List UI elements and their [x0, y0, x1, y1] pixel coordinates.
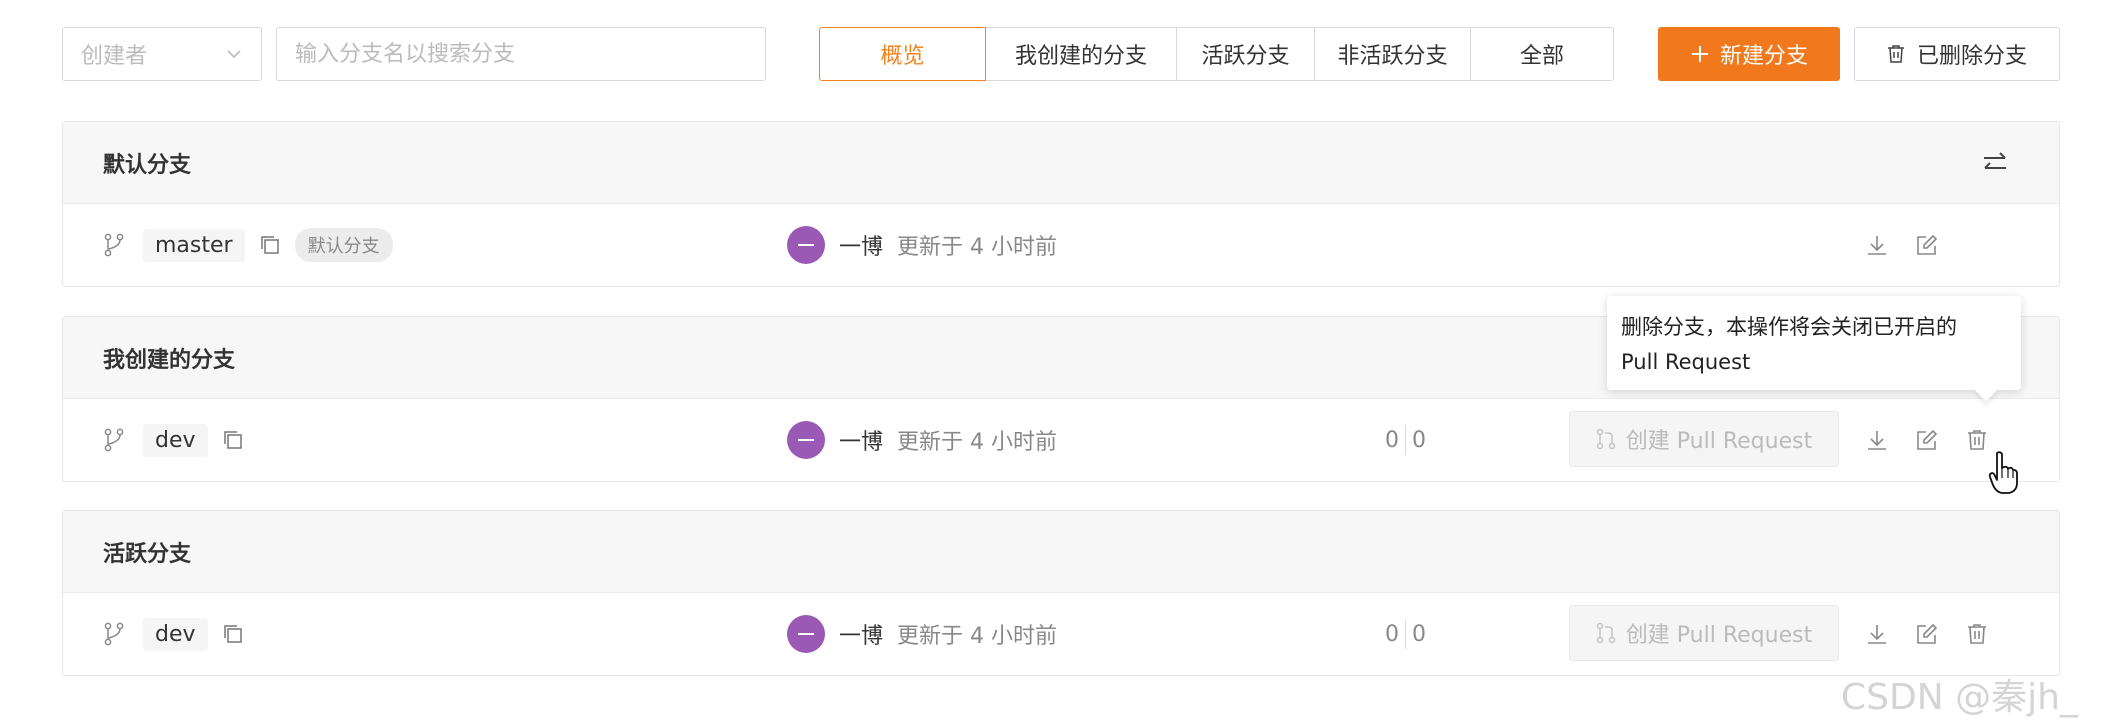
- pull-request-icon: [1596, 428, 1616, 450]
- branch-name[interactable]: master: [143, 228, 245, 262]
- copy-icon[interactable]: [259, 234, 281, 256]
- author-name: 一博: [839, 624, 884, 649]
- branch-icon: [104, 428, 124, 452]
- behind-count: 0: [1412, 427, 1426, 453]
- edit-icon[interactable]: [1915, 622, 1939, 646]
- ahead-count: 0: [1385, 427, 1399, 453]
- behind-count: 0: [1412, 621, 1426, 647]
- copy-icon[interactable]: [222, 623, 244, 645]
- deleted-branches-button[interactable]: 已删除分支: [1854, 27, 2060, 81]
- edit-icon[interactable]: [1915, 428, 1939, 452]
- default-branch-section: 默认分支 master 默认分支 一博 更新于 4 小时前: [62, 121, 2060, 287]
- avatar: [787, 226, 825, 264]
- avatar: [787, 615, 825, 653]
- updated-time: 更新于 4 小时前: [897, 624, 1057, 649]
- create-pull-request-button[interactable]: 创建 Pull Request: [1569, 605, 1839, 661]
- section-title: 默认分支: [103, 152, 192, 178]
- download-icon[interactable]: [1865, 233, 1889, 257]
- trash-icon[interactable]: [1965, 428, 1989, 452]
- branch-toolbar: 创建者 概览 我创建的分支 活跃分支 非活跃分支 全部 新建分支 已删除分支: [62, 27, 2060, 81]
- section-title: 我创建的分支: [103, 347, 236, 373]
- new-branch-button[interactable]: 新建分支: [1658, 27, 1840, 81]
- avatar: [787, 421, 825, 459]
- tab-my-branches[interactable]: 我创建的分支: [985, 27, 1177, 81]
- create-pull-request-button[interactable]: 创建 Pull Request: [1569, 411, 1839, 467]
- hand-cursor-icon: [1988, 451, 2018, 494]
- download-icon[interactable]: [1865, 622, 1889, 646]
- branch-icon: [104, 233, 124, 257]
- section-header: 活跃分支: [63, 511, 2059, 593]
- download-icon[interactable]: [1865, 428, 1889, 452]
- author-name: 一博: [839, 430, 884, 455]
- section-title: 活跃分支: [103, 541, 192, 567]
- tooltip-line-1: 删除分支，本操作将会关闭已开启的: [1621, 315, 1957, 339]
- tab-all-branches[interactable]: 全部: [1470, 27, 1614, 81]
- trash-icon[interactable]: [1965, 622, 1989, 646]
- copy-icon[interactable]: [222, 429, 244, 451]
- tab-overview[interactable]: 概览: [819, 27, 986, 81]
- swap-icon[interactable]: [1981, 150, 2009, 176]
- ahead-behind-count: 0 0: [1385, 399, 1426, 481]
- section-header: 默认分支: [63, 122, 2059, 204]
- updated-time: 更新于 4 小时前: [897, 430, 1057, 455]
- branch-filter-tabs: 概览 我创建的分支 活跃分支 非活跃分支 全部: [819, 27, 1614, 81]
- ahead-behind-count: 0 0: [1385, 593, 1426, 675]
- delete-branch-tooltip: 删除分支，本操作将会关闭已开启的 Pull Request: [1607, 296, 2021, 402]
- creator-select[interactable]: 创建者: [62, 27, 262, 81]
- branch-name[interactable]: dev: [143, 423, 208, 457]
- deleted-branches-label: 已删除分支: [1916, 44, 2027, 69]
- new-branch-label: 新建分支: [1719, 44, 1808, 69]
- plus-icon: [1691, 46, 1708, 62]
- tab-active-branches[interactable]: 活跃分支: [1176, 27, 1315, 81]
- creator-select-placeholder: 创建者: [81, 44, 148, 69]
- branch-name[interactable]: dev: [143, 617, 208, 651]
- updated-time: 更新于 4 小时前: [897, 235, 1057, 260]
- edit-icon[interactable]: [1915, 233, 1939, 257]
- ahead-count: 0: [1385, 621, 1399, 647]
- author-name: 一博: [839, 235, 884, 260]
- branch-row: dev 一博 更新于 4 小时前 0 0 创建 Pull Request: [63, 593, 2059, 675]
- branch-icon: [104, 622, 124, 646]
- create-pull-request-label: 创建 Pull Request: [1625, 623, 1813, 648]
- trash-icon: [1887, 45, 1904, 63]
- branch-row: master 默认分支 一博 更新于 4 小时前: [63, 204, 2059, 286]
- active-branches-section: 活跃分支 dev 一博 更新于 4 小时前 0 0 创建 Pull Reques…: [62, 510, 2060, 676]
- tooltip-line-2: Pull Request: [1621, 350, 1751, 374]
- branch-search-input[interactable]: [276, 27, 766, 81]
- watermark: CSDN @秦jh_: [1841, 677, 2078, 718]
- default-branch-badge: 默认分支: [294, 228, 393, 262]
- create-pull-request-label: 创建 Pull Request: [1625, 429, 1813, 454]
- chevron-down-icon: [227, 50, 241, 59]
- pull-request-icon: [1596, 622, 1616, 644]
- branch-row: dev 一博 更新于 4 小时前 0 0 创建 Pull Request: [63, 399, 2059, 481]
- tab-inactive-branches[interactable]: 非活跃分支: [1314, 27, 1471, 81]
